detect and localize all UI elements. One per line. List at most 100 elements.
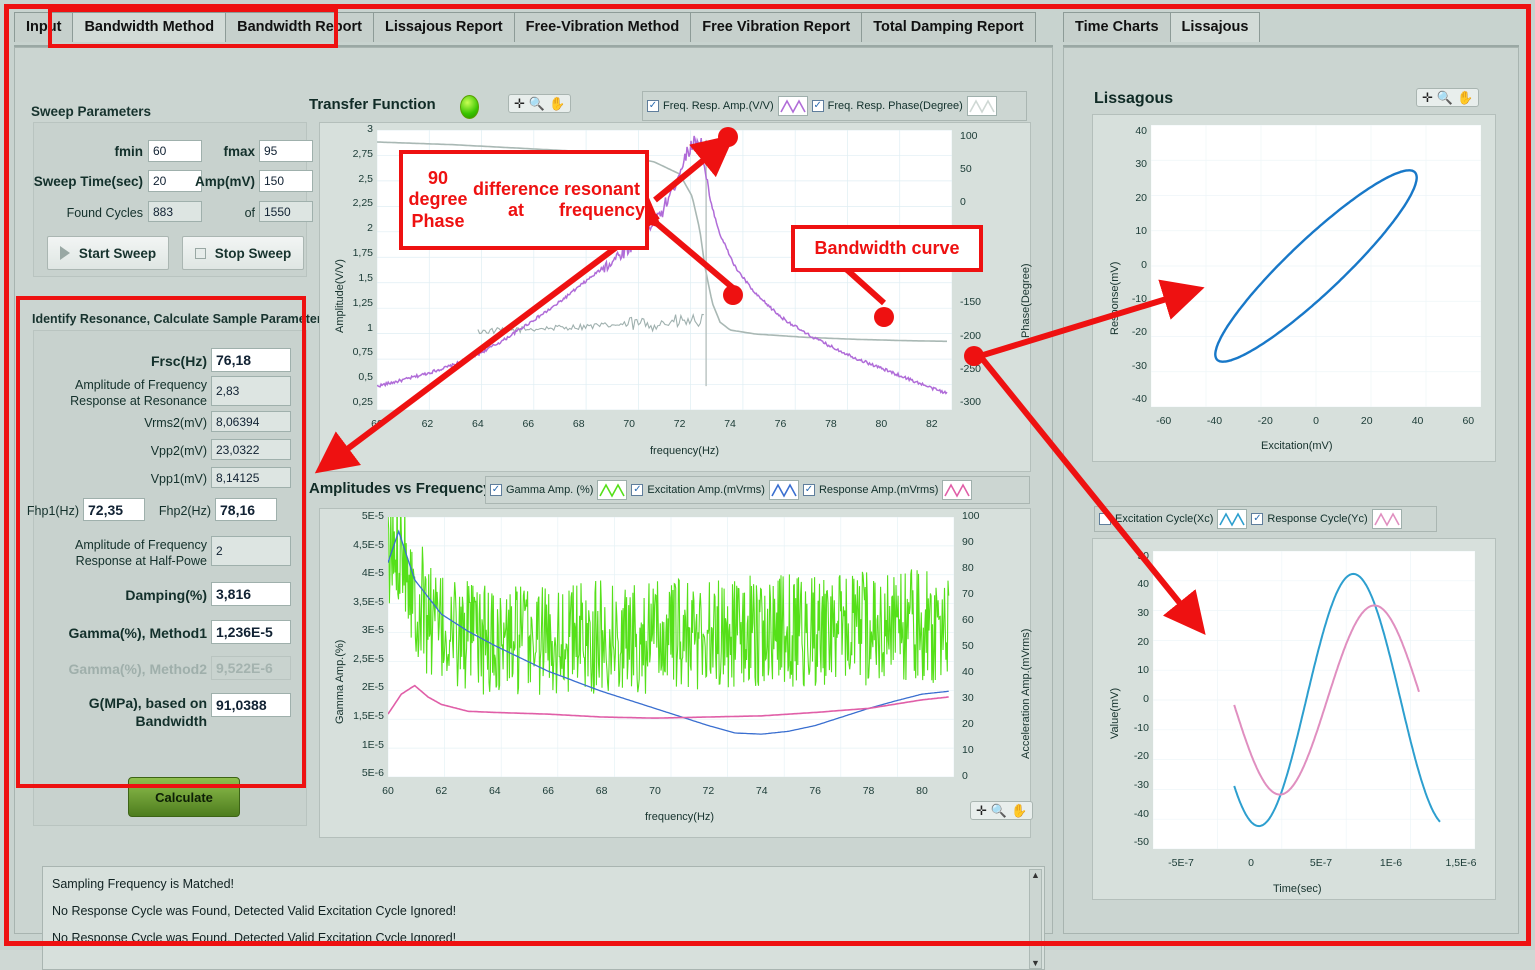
crosshair-icon[interactable]: ✛ xyxy=(1422,91,1433,104)
axis-tick-label: -40 xyxy=(1133,807,1149,820)
legend-color-swatch[interactable] xyxy=(966,96,997,116)
axis-tick-label: 70 xyxy=(962,588,974,600)
scroll-down-icon[interactable]: ▼ xyxy=(1031,958,1040,968)
lissagous-chart-toolbar[interactable]: ✛ 🔍 ✋ xyxy=(1416,88,1480,107)
axis-tick-label: 70 xyxy=(623,418,636,430)
axis-tick-label: 40 xyxy=(1137,578,1149,591)
axis-tick-label: 74 xyxy=(755,785,768,797)
axis-tick-label: -200 xyxy=(960,329,982,342)
zoom-icon[interactable]: 🔍 xyxy=(529,97,545,110)
axis-tick-label: 0,25 xyxy=(352,396,373,409)
axis-tick-label: -40 xyxy=(1206,415,1223,427)
transfer-function-legend[interactable]: ✓ Freq. Resp. Amp.(V/V) ✓ Freq. Resp. Phase… xyxy=(642,91,1027,121)
fmax-input[interactable] xyxy=(259,140,313,162)
amplitudes-legend[interactable]: ✓ Gamma Amp. (%) ✓ Excitation Amp.(mVrms) ✓ R… xyxy=(485,476,1030,504)
transfer-chart-toolbar[interactable]: ✛ 🔍 ✋ xyxy=(508,94,572,113)
legend-color-swatch[interactable] xyxy=(942,480,973,500)
legend-entry[interactable]: ✓ Excitation Amp.(mVrms) xyxy=(631,480,799,500)
axis-tick-label: -10 xyxy=(1131,292,1147,305)
amplitudes-chart-toolbar[interactable]: ✛ 🔍 ✋ xyxy=(970,801,1034,820)
legend-entry[interactable]: Excitation Cycle(Xc) xyxy=(1099,509,1248,529)
amp-hp-value xyxy=(211,536,291,566)
legend-color-swatch[interactable] xyxy=(777,96,808,116)
hand-pan-icon[interactable]: ✋ xyxy=(549,97,565,110)
legend-entry[interactable]: ✓ Gamma Amp. (%) xyxy=(490,480,628,500)
cycles-legend[interactable]: Excitation Cycle(Xc) ✓ Response Cycle(Yc) xyxy=(1094,506,1437,532)
crosshair-icon[interactable]: ✛ xyxy=(514,97,525,110)
tab-label: Total Damping Report xyxy=(873,19,1024,35)
axis-tick-label: -20 xyxy=(1257,415,1273,427)
legend-checkbox[interactable]: ✓ xyxy=(631,484,644,496)
tab-total-damping-report[interactable]: Total Damping Report xyxy=(861,12,1036,42)
tab-lissajous[interactable]: Lissajous xyxy=(1169,12,1261,42)
legend-entry[interactable]: ✓ Freq. Resp. Amp.(V/V) xyxy=(647,96,808,116)
amp-res-label-line1: Amplitude of Frequency xyxy=(74,378,207,392)
lissagous-xlabel: Excitation(mV) xyxy=(1261,440,1333,452)
axis-tick-label: 2,25 xyxy=(352,197,373,210)
found-cycles-value xyxy=(148,201,202,222)
axis-tick-label: 10 xyxy=(1137,664,1149,677)
transfer-function-y2label: Phase(Degree) xyxy=(1020,263,1032,338)
lissagous-ylabel: Response(mV) xyxy=(1109,261,1121,335)
legend-color-swatch[interactable] xyxy=(768,480,799,500)
fmax-label: fmax xyxy=(223,144,255,159)
legend-checkbox[interactable]: ✓ xyxy=(647,100,659,112)
legend-color-swatch[interactable] xyxy=(1217,509,1248,529)
sweep-parameters-title: Sweep Parameters xyxy=(31,104,152,119)
crosshair-icon[interactable]: ✛ xyxy=(976,804,987,817)
zoom-icon[interactable]: 🔍 xyxy=(1437,91,1453,104)
message-scrollbar[interactable]: ▲ ▼ xyxy=(1029,869,1042,969)
axis-tick-label: 60 xyxy=(382,785,394,797)
hand-pan-icon[interactable]: ✋ xyxy=(1457,91,1473,104)
axis-tick-label: 3,5E-5 xyxy=(353,595,384,608)
legend-entry[interactable]: ✓ Response Cycle(Yc) xyxy=(1251,509,1402,529)
fhp2-value xyxy=(215,498,277,521)
tab-time-charts[interactable]: Time Charts xyxy=(1063,12,1171,42)
secondary-tab-bar[interactable]: Time Charts Lissajous xyxy=(1063,12,1261,42)
tab-input[interactable]: Input xyxy=(14,12,74,42)
axis-tick-label: -5E-7 xyxy=(1168,857,1194,869)
legend-checkbox[interactable]: ✓ xyxy=(802,484,815,496)
axis-tick-label: 100 xyxy=(962,510,980,522)
of-label: of xyxy=(244,206,255,220)
status-message-1: No Response Cycle was Found, Detected Va… xyxy=(52,904,457,918)
main-tab-bar[interactable]: Input Bandwidth Method Bandwidth Report Lis… xyxy=(14,12,1036,42)
tab-label: Bandwidth Method xyxy=(84,19,215,35)
axis-tick-label: 62 xyxy=(421,418,434,430)
legend-checkbox[interactable]: ✓ xyxy=(490,484,502,496)
scroll-up-icon[interactable]: ▲ xyxy=(1031,870,1040,880)
legend-entry[interactable]: ✓ Freq. Resp. Phase(Degree) xyxy=(811,96,997,116)
start-sweep-button[interactable]: Start Sweep xyxy=(47,236,169,270)
status-message-2: No Response Cycle was Found, Detected Va… xyxy=(52,931,457,945)
axis-tick-label: -40 xyxy=(1131,393,1147,406)
tab-lissajous-report[interactable]: Lissajous Report xyxy=(372,12,515,42)
hand-pan-icon[interactable]: ✋ xyxy=(1011,804,1027,817)
axis-tick-label: 68 xyxy=(572,418,585,430)
stop-icon xyxy=(194,247,206,259)
g-label-line1: G(MPa), based on xyxy=(88,695,207,711)
axis-tick-label: 3E-5 xyxy=(361,624,384,637)
legend-checkbox[interactable]: ✓ xyxy=(811,100,824,112)
calculate-button[interactable]: Calculate xyxy=(128,777,240,817)
tab-bandwidth-method[interactable]: Bandwidth Method xyxy=(72,12,227,42)
legend-checkbox[interactable]: ✓ xyxy=(1251,513,1264,525)
legend-color-swatch[interactable] xyxy=(1371,509,1402,529)
legend-entry[interactable]: ✓ Response Amp.(mVrms) xyxy=(802,480,973,500)
tab-bandwidth-report[interactable]: Bandwidth Report xyxy=(225,12,374,42)
tab-free-vibration-method[interactable]: Free-Vibration Method xyxy=(513,12,692,42)
axis-tick-label: -50 xyxy=(1133,836,1149,849)
damping-label: Damping(%) xyxy=(125,587,207,603)
legend-label: Response Amp.(mVrms) xyxy=(818,484,939,496)
amp-input[interactable] xyxy=(259,170,313,192)
tab-free-vibration-report[interactable]: Free Vibration Report xyxy=(690,12,863,42)
status-message-box[interactable]: Sampling Frequency is Matched! No Respon… xyxy=(42,866,1045,970)
zoom-icon[interactable]: 🔍 xyxy=(991,804,1007,817)
axis-tick-label: 60 xyxy=(371,418,383,430)
legend-color-swatch[interactable] xyxy=(597,480,628,500)
cycles-ylabel: Value(mV) xyxy=(1109,687,1121,739)
stop-sweep-button[interactable]: Stop Sweep xyxy=(182,236,304,270)
legend-checkbox[interactable] xyxy=(1099,513,1111,525)
fmin-input[interactable] xyxy=(148,140,202,162)
annotation-phase-note: 90 degree Phase difference at resonant fre… xyxy=(399,150,649,250)
sweep-time-input[interactable] xyxy=(148,170,202,192)
